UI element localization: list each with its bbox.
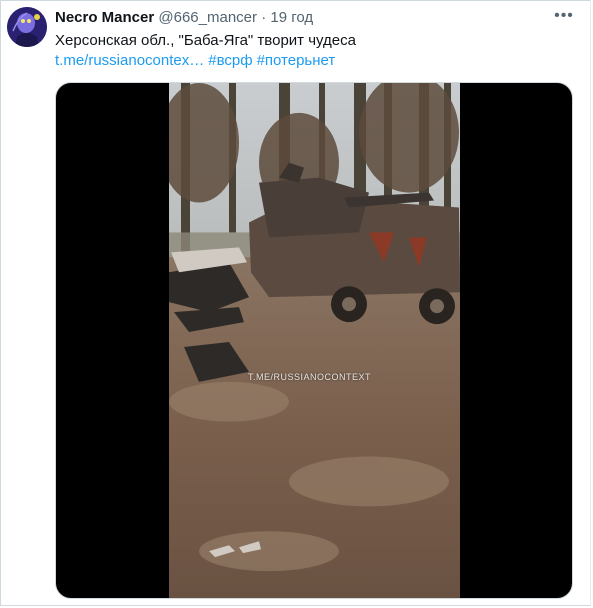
hashtag-link[interactable]: #всрф — [208, 52, 252, 69]
author-handle[interactable]: @666_mancer — [158, 9, 257, 26]
separator-dot: · — [261, 9, 267, 26]
tweet-links: t.me/russianocontex… #всрф #потерьнет — [55, 51, 574, 71]
more-options-button[interactable]: ••• — [552, 7, 576, 25]
external-link[interactable]: t.me/russianocontex… — [55, 52, 204, 69]
avatar[interactable] — [7, 7, 47, 47]
video-watermark: T.ME/RUSSIANOCONTEXT — [248, 372, 372, 382]
video-player[interactable]: T.ME/RUSSIANOCONTEXT — [55, 82, 573, 599]
tweet-timestamp[interactable]: 19 год — [270, 9, 313, 26]
video-thumbnail — [169, 83, 460, 598]
tweet-text: Херсонская обл., "Баба-Яга" творит чудес… — [55, 32, 356, 49]
avatar-image — [7, 7, 47, 47]
more-horizontal-icon: ••• — [554, 7, 574, 24]
hashtag-link[interactable]: #потерьнет — [257, 52, 336, 69]
author-name[interactable]: Necro Mancer — [55, 9, 154, 26]
tweet-card[interactable]: Necro Mancer @666_mancer · 19 год ••• Хе… — [0, 0, 591, 606]
video-frame: T.ME/RUSSIANOCONTEXT — [169, 83, 460, 598]
tweet-header: Necro Mancer @666_mancer · 19 год — [55, 9, 550, 27]
